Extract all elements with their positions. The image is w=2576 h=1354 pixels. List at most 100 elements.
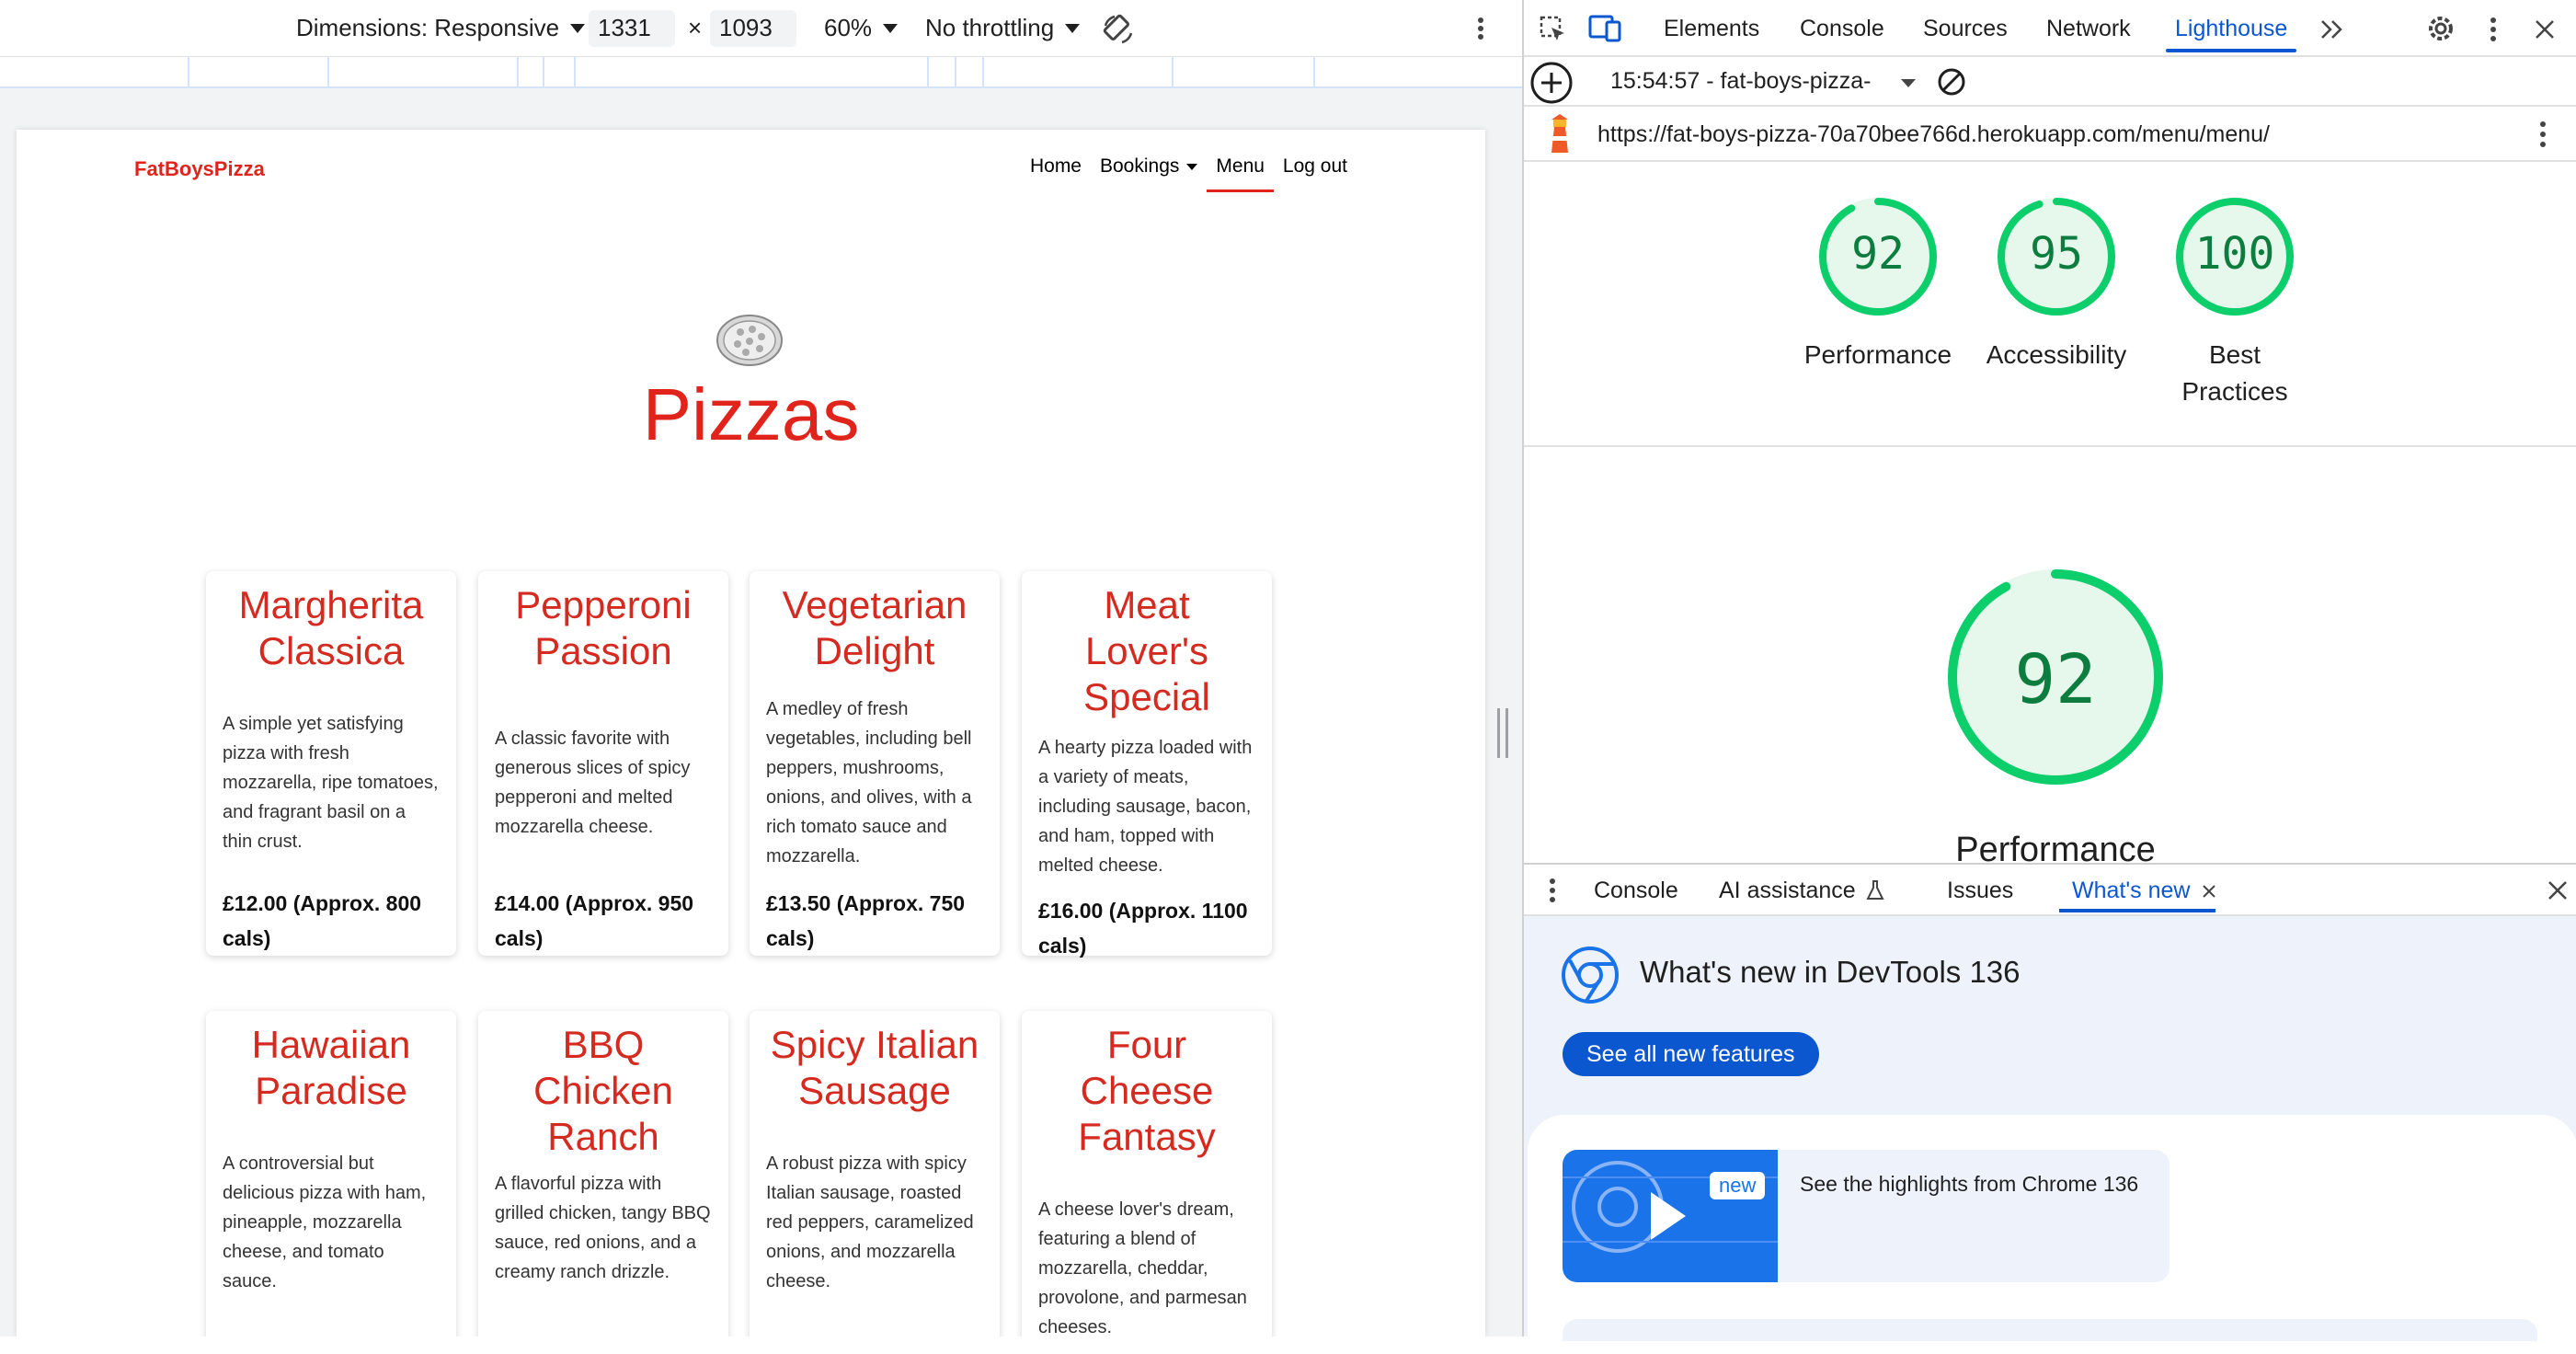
customize-menu-icon[interactable] [2484, 17, 2502, 42]
tab-console[interactable]: Console [1800, 16, 1884, 42]
score-label: Accessibility [1986, 340, 2127, 369]
device-toolbar: Dimensions: Responsive 1331 × 1093 60% N… [0, 0, 1522, 57]
report-selector-label[interactable]: 15:54:57 - fat-boys-pizza- [1610, 68, 1871, 95]
close-devtools-icon[interactable] [2534, 18, 2556, 40]
score-value: 100 [2194, 228, 2275, 280]
pizza-card: Spicy Italian Sausage A robust pizza wit… [750, 1011, 1000, 1337]
chevron-down-icon[interactable] [1901, 79, 1916, 87]
width-input[interactable]: 1331 [589, 9, 675, 47]
drawer-tab-ai-assistance[interactable]: AI assistance [1719, 878, 1856, 904]
chevron-down-icon [570, 23, 586, 33]
devtools-drawer: Console AI assistance Issues What's new … [1524, 863, 2576, 1354]
pizza-name: BBQ Chicken Ranch [533, 1023, 673, 1158]
pizza-description: A flavorful pizza with grilled chicken, … [495, 1174, 711, 1282]
nav-bookings-label: Bookings [1100, 155, 1180, 177]
score-label: Best Practices [2181, 340, 2288, 406]
pizza-description: A simple yet satisfying pizza with fresh… [223, 714, 439, 852]
drawer-tab-issues[interactable]: Issues [1947, 878, 2013, 904]
pizza-card: Four Cheese Fantasy A cheese lover's dre… [1022, 1011, 1272, 1337]
highlight-thumbnail: new [1563, 1150, 1778, 1282]
more-tabs-icon[interactable] [2318, 18, 2346, 40]
pizza-card: Pepperoni Passion A classic favorite wit… [478, 571, 728, 956]
device-toggle-icon[interactable] [1588, 13, 1621, 44]
score-gauge-performance-large: 92 Performance [1945, 567, 2166, 868]
throttling-dropdown[interactable]: No throttling [925, 14, 1081, 42]
pizza-name: Hawaiian Paradise [251, 1023, 411, 1112]
site-nav: Home Bookings Menu Log out [1021, 148, 1357, 192]
inspect-element-icon[interactable] [1539, 15, 1568, 44]
tab-elements[interactable]: Elements [1664, 16, 1759, 42]
page-title: Pizzas [642, 373, 860, 455]
new-badge: new [1710, 1172, 1766, 1199]
pizza-price: £14.00 (Approx. 950 cals) [495, 891, 694, 950]
drawer-tab-whats-new[interactable]: What's new [2058, 878, 2216, 912]
devtools-tabbar: Elements Console Sources Network Lightho… [1524, 0, 2576, 57]
report-menu-icon[interactable] [2534, 120, 2552, 149]
site-brand[interactable]: FatBoysPizza [134, 157, 265, 181]
dimensions-label: Dimensions: Responsive [296, 14, 560, 41]
highlight-card[interactable]: new See the highlights from Chrome 136 [1563, 1150, 2170, 1282]
score-label: Performance [1803, 340, 1952, 369]
zoom-dropdown[interactable]: 60% [824, 14, 899, 42]
score-gauge-accessibility[interactable]: 95 Accessibility [1986, 195, 2126, 369]
drawer-tab-console[interactable]: Console [1594, 878, 1678, 904]
dimensions-dropdown[interactable]: Dimensions: Responsive [296, 14, 586, 42]
close-tab-icon[interactable] [2201, 883, 2217, 900]
throttling-label: No throttling [925, 14, 1055, 41]
pizza-card: Hawaiian Paradise A controversial but de… [206, 1011, 456, 1337]
pizza-price: £16.00 (Approx. 1100 cals) [1038, 899, 1248, 958]
tab-sources[interactable]: Sources [1923, 16, 2008, 42]
rotate-icon[interactable] [1102, 13, 1135, 46]
tab-network[interactable]: Network [2046, 16, 2131, 42]
pizza-description: A cheese lover's dream, featuring a blen… [1038, 1199, 1247, 1337]
more-options-icon[interactable] [1470, 17, 1492, 40]
pizza-name: Margherita Classica [238, 583, 424, 672]
report-url[interactable]: https://fat-boys-pizza-70a70bee766d.hero… [1597, 121, 2270, 148]
pizza-description: A hearty pizza loaded with a variety of … [1038, 738, 1253, 876]
drawer-menu-icon[interactable] [1546, 878, 1559, 903]
pizza-name: Vegetarian Delight [782, 583, 967, 672]
pizza-description: A classic favorite with generous slices … [495, 729, 691, 837]
video-play-icon [1563, 1161, 1778, 1253]
nav-home[interactable]: Home [1021, 148, 1091, 185]
pizza-description: A medley of fresh vegetables, including … [766, 699, 972, 866]
height-input[interactable]: 1093 [710, 9, 796, 47]
score-gauge-best-practices[interactable]: 100 Best Practices [2173, 195, 2296, 406]
dimension-separator: × [688, 14, 703, 41]
nav-bookings[interactable]: Bookings [1091, 148, 1207, 185]
pizza-description: A robust pizza with spicy Italian sausag… [766, 1153, 974, 1291]
divider [1524, 445, 2576, 447]
chevron-down-icon [883, 23, 899, 33]
media-query-ruler[interactable] [0, 57, 1522, 88]
pizza-name: Pepperoni Passion [515, 583, 692, 672]
pizza-card: Vegetarian Delight A medley of fresh veg… [750, 571, 1000, 956]
next-card-peek [1563, 1319, 2537, 1341]
pizza-card: BBQ Chicken Ranch A flavorful pizza with… [478, 1011, 728, 1337]
score-value: 92 [1851, 228, 1905, 280]
score-value: 95 [2030, 228, 2083, 280]
chevron-down-icon [1065, 23, 1081, 33]
lighthouse-logo-icon [1551, 114, 1568, 153]
tab-lighthouse[interactable]: Lighthouse [2165, 16, 2297, 52]
score-value: 92 [2014, 640, 2097, 719]
page-viewport: FatBoysPizza Home Bookings Menu Log out … [17, 130, 1485, 1337]
close-drawer-icon[interactable] [2547, 879, 2569, 901]
nav-logout[interactable]: Log out [1274, 148, 1357, 185]
new-report-icon[interactable] [1529, 61, 1574, 105]
drawer-tabbar: Console AI assistance Issues What's new [1524, 865, 2576, 916]
nav-menu[interactable]: Menu [1207, 148, 1274, 192]
pizza-price: £12.00 (Approx. 800 cals) [223, 891, 422, 950]
devtools-panel: Elements Console Sources Network Lightho… [1522, 0, 2576, 1354]
pizza-name: Spicy Italian Sausage [770, 1023, 979, 1112]
whats-new-title: What's new in DevTools 136 [1640, 955, 2021, 989]
settings-gear-icon[interactable] [2425, 13, 2456, 44]
flask-icon [1866, 880, 1884, 900]
clear-reports-icon[interactable] [1936, 66, 1967, 98]
pizza-card: Margherita Classica A simple yet satisfy… [206, 571, 456, 956]
score-gauge-performance[interactable]: 92 Performance [1804, 195, 1952, 369]
see-all-features-button[interactable]: See all new features [1563, 1032, 1819, 1076]
pizza-description: A controversial but delicious pizza with… [223, 1153, 427, 1291]
caret-down-icon [1186, 163, 1198, 170]
resize-handle[interactable] [1497, 708, 1508, 758]
zoom-label: 60% [824, 14, 873, 41]
